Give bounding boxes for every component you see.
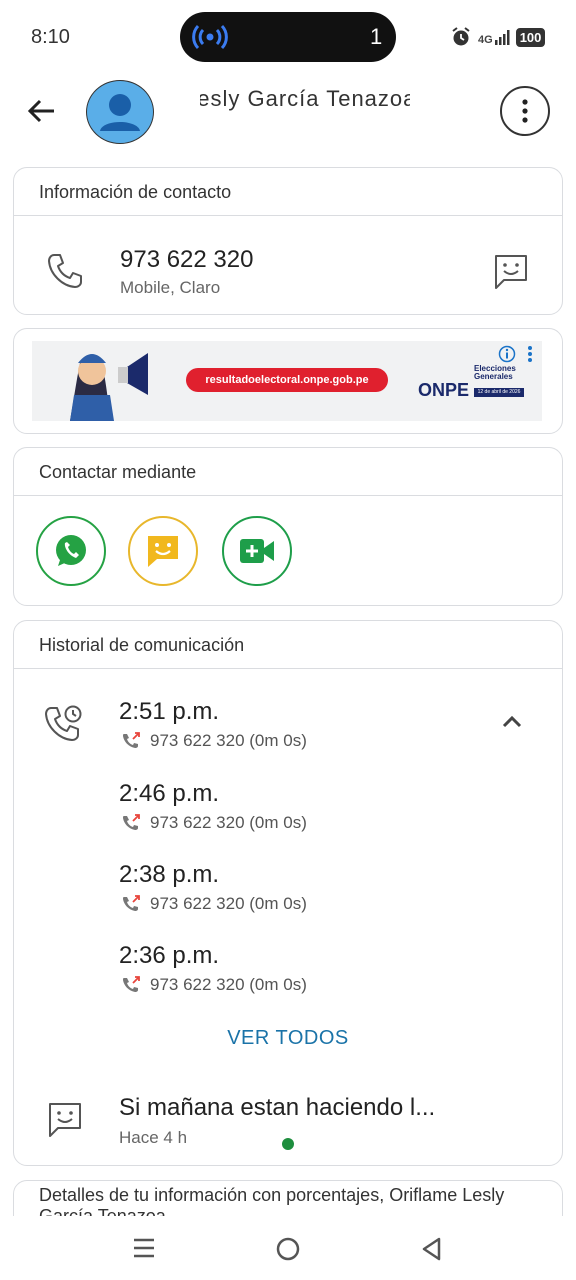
- call-history-icon: [45, 705, 82, 741]
- card-header: Información de contacto: [14, 168, 562, 216]
- avatar[interactable]: [86, 80, 154, 144]
- video-call-icon: [240, 539, 274, 563]
- outgoing-call-icon: [123, 814, 140, 830]
- chat-bubble-icon: [148, 536, 178, 567]
- phone-label: Mobile, Claro: [120, 278, 221, 297]
- ad-info-icon[interactable]: [498, 345, 516, 363]
- signal-icon: [494, 30, 510, 45]
- last-message[interactable]: Si mañana estan haciendo l...: [119, 1094, 435, 1122]
- message-icon[interactable]: [492, 252, 530, 290]
- see-all-button[interactable]: VER TODOS: [0, 1027, 576, 1050]
- ad-brand: ONPE: [418, 380, 470, 400]
- card-title: Información de contacto: [39, 182, 232, 202]
- arrow-left-icon[interactable]: [26, 95, 58, 127]
- meet-button[interactable]: [222, 516, 292, 586]
- call-time: 2:51 p.m.: [119, 698, 220, 725]
- active-count: 1: [370, 24, 383, 49]
- contact-info-card: Información de contacto 973 622 320 Mobi…: [13, 167, 563, 315]
- card-header: Contactar mediante: [14, 448, 562, 496]
- more-options-button[interactable]: [500, 86, 550, 136]
- details-text: Detalles de tu información con porcentaj…: [39, 1185, 505, 1216]
- history-card: Historial de comunicación: [13, 620, 563, 1166]
- whatsapp-icon: [56, 535, 86, 566]
- network-indicator: 4G: [478, 29, 510, 46]
- call-time: 2:38 p.m.: [119, 861, 220, 888]
- broadcast-icon: [192, 24, 228, 50]
- call-detail: 973 622 320 (0m 0s): [150, 731, 307, 750]
- unread-dot: [282, 1138, 294, 1150]
- outgoing-call-icon: [123, 976, 140, 992]
- message-time: Hace 4 h: [119, 1128, 188, 1147]
- call-detail: 973 622 320 (0m 0s): [150, 813, 307, 832]
- call-time: 2:36 p.m.: [119, 942, 220, 969]
- ad-menu-icon[interactable]: [527, 345, 533, 363]
- menu-icon[interactable]: [132, 1236, 156, 1260]
- more-vert-icon: [522, 99, 528, 123]
- phone-number[interactable]: 973 622 320: [120, 246, 253, 274]
- call-detail: 973 622 320 (0m 0s): [150, 894, 307, 913]
- details-card[interactable]: Detalles de tu información con porcentaj…: [13, 1180, 563, 1216]
- contact-name: Lesly García Tenazoa: [200, 86, 410, 111]
- status-time: 8:10: [31, 26, 70, 48]
- message-button[interactable]: [128, 516, 198, 586]
- phone-icon: [48, 254, 82, 288]
- ad-subtitle: Elecciones Generales: [474, 364, 516, 381]
- ad-url[interactable]: resultadoelectoral.onpe.gob.pe: [186, 368, 388, 392]
- card-header: Historial de comunicación: [14, 621, 562, 669]
- ad-date: 12 de abril de 2026: [474, 388, 524, 397]
- chevron-up-icon[interactable]: [500, 712, 524, 730]
- card-title: Contactar mediante: [39, 462, 197, 482]
- outgoing-call-icon: [123, 732, 140, 748]
- message-history-icon: [49, 1103, 81, 1137]
- person-icon: [100, 94, 140, 131]
- ad-illustration: [70, 353, 148, 421]
- call-time: 2:46 p.m.: [119, 780, 220, 807]
- battery-indicator: 100: [515, 27, 546, 47]
- back-triangle-icon[interactable]: [420, 1236, 444, 1262]
- outgoing-call-icon: [123, 895, 140, 911]
- whatsapp-button[interactable]: [36, 516, 106, 586]
- home-icon[interactable]: [275, 1236, 301, 1262]
- details-card-viewport: Detalles de tu información con porcentaj…: [0, 1178, 576, 1216]
- status-icons: 4G 100: [450, 26, 546, 48]
- call-detail: 973 622 320 (0m 0s): [150, 975, 307, 994]
- card-title: Historial de comunicación: [39, 635, 245, 655]
- alarm-icon: [452, 27, 470, 46]
